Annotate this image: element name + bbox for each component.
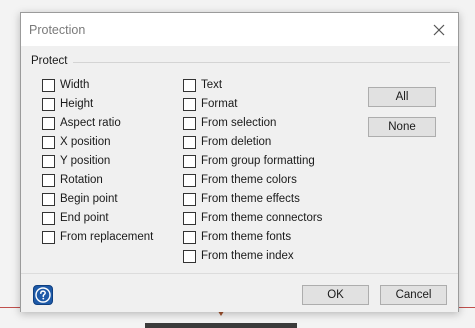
checkbox-from-theme-effects[interactable]: From theme effects [183, 191, 300, 207]
checkbox-begin-point[interactable]: Begin point [42, 191, 118, 207]
checkbox-label: End point [60, 212, 109, 224]
checkbox-label: Width [60, 79, 90, 91]
help-button[interactable] [33, 285, 53, 305]
checkbox-box[interactable] [183, 135, 196, 149]
close-icon [433, 24, 445, 36]
all-button[interactable]: All [368, 87, 436, 107]
checkbox-height[interactable]: Height [42, 96, 93, 112]
checkbox-label: From replacement [60, 231, 154, 243]
checkbox-label: From theme colors [201, 174, 297, 186]
checkbox-label: From selection [201, 117, 277, 129]
checkbox-box[interactable] [42, 116, 55, 130]
checkbox-end-point[interactable]: End point [42, 210, 109, 226]
checkbox-label: From theme fonts [201, 231, 292, 243]
checkbox-label: Aspect ratio [60, 117, 121, 129]
checkbox-box[interactable] [42, 192, 55, 206]
checkbox-width[interactable]: Width [42, 77, 89, 93]
checkbox-format[interactable]: Format [183, 96, 237, 112]
protect-group-label: Protect [31, 55, 68, 67]
checkbox-label: X position [60, 136, 111, 148]
checkbox-box[interactable] [183, 230, 196, 244]
checkbox-rotation[interactable]: Rotation [42, 172, 103, 188]
checkbox-box[interactable] [42, 97, 55, 111]
checkbox-text[interactable]: Text [183, 77, 222, 93]
checkbox-label: Format [201, 98, 238, 110]
checkbox-aspect-ratio[interactable]: Aspect ratio [42, 115, 121, 131]
checkbox-from-deletion[interactable]: From deletion [183, 134, 271, 150]
checkbox-box[interactable] [42, 78, 55, 92]
checkbox-from-group-formatting[interactable]: From group formatting [183, 153, 315, 169]
checkbox-box[interactable] [183, 173, 196, 187]
checkbox-box[interactable] [183, 211, 196, 225]
checkbox-box[interactable] [183, 154, 196, 168]
checkbox-box[interactable] [183, 116, 196, 130]
checkbox-box[interactable] [183, 192, 196, 206]
checkbox-from-theme-fonts[interactable]: From theme fonts [183, 229, 291, 245]
checkbox-from-replacement[interactable]: From replacement [42, 229, 153, 245]
checkbox-label: Rotation [60, 174, 103, 186]
checkbox-label: Begin point [60, 193, 118, 205]
checkbox-box[interactable] [183, 97, 196, 111]
group-divider [73, 62, 450, 63]
checkbox-box[interactable] [42, 154, 55, 168]
canvas-shape [145, 323, 297, 328]
checkbox-from-theme-connectors[interactable]: From theme connectors [183, 210, 322, 226]
checkbox-label: From theme index [201, 250, 294, 262]
checkbox-label: From theme effects [201, 193, 300, 205]
checkbox-label: Text [201, 79, 223, 91]
checkbox-box[interactable] [42, 135, 55, 149]
help-icon [35, 287, 51, 303]
ok-button[interactable]: OK [302, 285, 369, 305]
checkbox-label: From group formatting [201, 155, 315, 167]
checkbox-from-theme-index[interactable]: From theme index [183, 248, 294, 264]
none-button[interactable]: None [368, 117, 436, 137]
checkbox-y-position[interactable]: Y position [42, 153, 110, 169]
checkbox-label: From theme connectors [201, 212, 323, 224]
dialog-title: Protection [29, 23, 86, 37]
checkbox-label: From deletion [201, 136, 272, 148]
checkbox-x-position[interactable]: X position [42, 134, 111, 150]
protection-dialog: Protection Protect Width Height Aspect r… [20, 12, 459, 312]
checkbox-label: Y position [60, 155, 111, 167]
checkbox-label: Height [60, 98, 94, 110]
checkbox-box[interactable] [42, 173, 55, 187]
checkbox-box[interactable] [42, 230, 55, 244]
checkbox-box[interactable] [42, 211, 55, 225]
checkbox-box[interactable] [183, 249, 196, 263]
cancel-button[interactable]: Cancel [380, 285, 447, 305]
checkbox-from-theme-colors[interactable]: From theme colors [183, 172, 297, 188]
dialog-titlebar: Protection [21, 13, 458, 46]
checkbox-box[interactable] [183, 78, 196, 92]
checkbox-from-selection[interactable]: From selection [183, 115, 276, 131]
close-button[interactable] [426, 17, 452, 43]
